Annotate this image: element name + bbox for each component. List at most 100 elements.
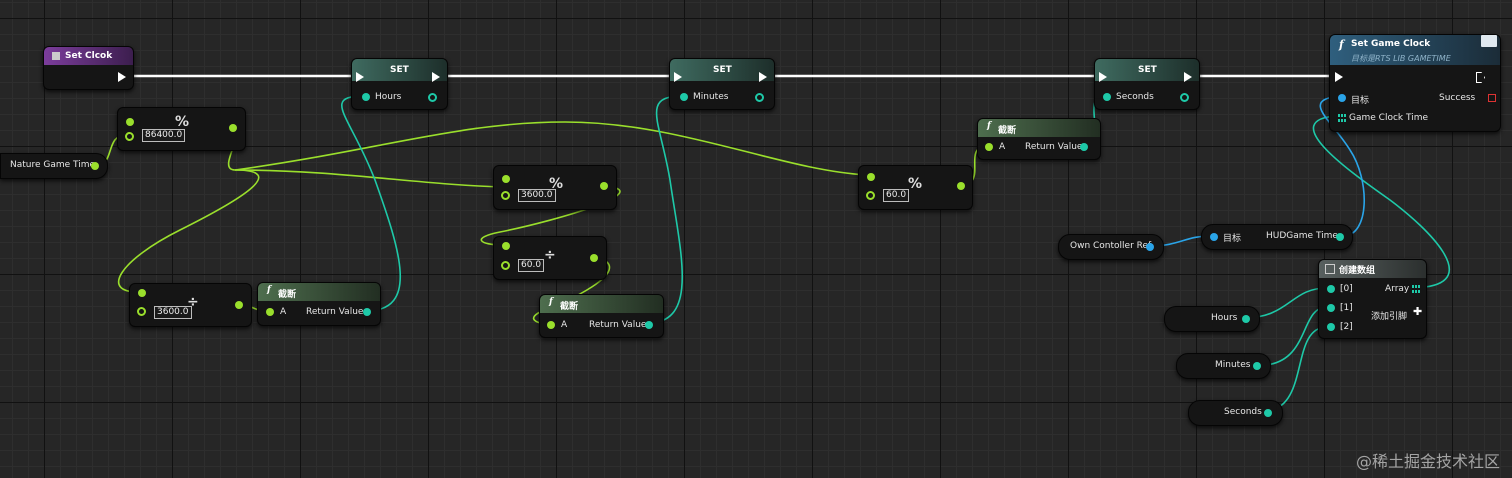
b-in-pin[interactable] [137,307,146,316]
truncate-seconds-node[interactable]: f 截断 A Return Value [977,118,1101,160]
result-out-pin[interactable] [229,124,237,132]
own-controller-ref-node[interactable]: Own Contoller Ref [1058,234,1164,260]
pin-label: Return Value [1025,142,1083,152]
item-2-in-pin[interactable] [1327,323,1335,331]
b-in-pin[interactable] [125,132,134,141]
int-out-pin[interactable] [1242,315,1250,323]
function-icon: f [1339,38,1344,51]
b-in-pin[interactable] [866,191,875,200]
value-field[interactable]: 60.0 [518,259,545,272]
a-in-pin[interactable] [985,143,993,151]
seconds-out-pin[interactable] [1180,93,1189,102]
object-out-pin[interactable] [1146,243,1154,251]
truncate-hours-node[interactable]: f 截断 A Return Value [257,282,381,326]
add-pin-label[interactable]: 添加引脚 [1371,309,1407,322]
hours-getter-node[interactable]: Hours [1164,306,1260,332]
set-hours-node[interactable]: SET Hours [351,58,448,110]
modulo-86400-node[interactable]: % 86400.0 [117,107,246,151]
value-out-pin[interactable] [1336,233,1344,241]
return-value-out-pin[interactable] [645,321,653,329]
divide-3600-node[interactable]: ÷ 3600.0 [129,283,252,327]
blueprint-graph[interactable]: Set Clcok SET Hours SET Minutes SET Seco… [0,0,1512,478]
return-value-out-pin[interactable] [1080,143,1088,151]
success-out-pin[interactable] [1488,94,1496,102]
int-wire [1267,326,1328,412]
hours-in-pin[interactable] [362,93,370,101]
result-out-pin[interactable] [590,254,598,262]
float-out-pin[interactable] [91,162,99,170]
minutes-in-pin[interactable] [680,93,688,101]
target-in-pin[interactable] [1338,94,1346,102]
divide-60-node[interactable]: ÷ 60.0 [493,236,607,280]
b-in-pin[interactable] [501,191,510,200]
a-in-pin[interactable] [502,242,510,250]
minutes-out-pin[interactable] [755,93,764,102]
exec-in-pin[interactable] [1099,72,1107,82]
pin-label: [2] [1340,322,1353,332]
target-in-pin[interactable] [1210,233,1218,241]
item-1-in-pin[interactable] [1327,304,1335,312]
result-out-pin[interactable] [957,182,965,190]
item-0-in-pin[interactable] [1327,285,1335,293]
value-field[interactable]: 60.0 [883,189,910,202]
int-out-pin[interactable] [1253,362,1261,370]
function-icon: f [267,285,271,295]
set-seconds-node[interactable]: SET Seconds [1094,58,1200,110]
set-game-clock-node[interactable]: f Set Game Clock 目标是RTS LIB GAMETIME 目标 … [1329,34,1501,132]
result-out-pin[interactable] [600,182,608,190]
divide-operator: ÷ [544,247,556,263]
exec-out-pin[interactable] [118,72,126,82]
variable-label: Minutes [1215,360,1251,370]
nature-game-time-node[interactable]: Nature Game Time [0,153,108,179]
add-pin-plus-icon[interactable]: ✚ [1413,305,1422,318]
exec-in-pin[interactable] [674,72,682,82]
exec-out-pin[interactable] [1184,72,1192,82]
value-field[interactable]: 3600.0 [518,189,556,202]
exec-out-pin[interactable] [432,72,440,82]
modulo-3600-node[interactable]: % 3600.0 [493,165,617,210]
a-in-pin[interactable] [547,321,555,329]
pin-label: 目标 [1223,234,1242,244]
value-field[interactable]: 3600.0 [154,306,192,319]
pin-label: Return Value [306,307,364,317]
node-title: SET [390,65,409,75]
a-in-pin[interactable] [266,308,274,316]
a-in-pin[interactable] [138,289,146,297]
exec-out-pin[interactable] [759,72,767,82]
hud-game-time-node[interactable]: 目标 HUDGame Time [1201,224,1353,250]
result-out-pin[interactable] [235,301,243,309]
set-clock-event-node[interactable]: Set Clcok [43,46,134,90]
pin-label: Return Value [589,320,647,330]
array-icon [1325,264,1335,274]
return-value-out-pin[interactable] [363,308,371,316]
node-title: SET [1138,65,1157,75]
game-clock-time-in-pin[interactable] [1338,114,1346,122]
modulo-60-node[interactable]: % 60.0 [858,165,973,210]
minutes-getter-node[interactable]: Minutes [1176,353,1271,379]
node-header [978,119,1100,137]
exec-in-pin[interactable] [356,72,364,82]
pin-label: 目标 [1351,96,1370,106]
exec-in-pin[interactable] [1335,72,1343,82]
pin-label: [1] [1340,303,1353,313]
value-field[interactable]: 86400.0 [142,129,186,142]
array-out-pin[interactable] [1412,285,1420,293]
node-title: 截断 [998,126,1017,136]
seconds-getter-node[interactable]: Seconds [1188,400,1283,426]
seconds-in-pin[interactable] [1103,93,1111,101]
pin-label: Game Clock Time [1349,113,1428,123]
a-in-pin[interactable] [126,118,134,126]
a-in-pin[interactable] [502,175,510,183]
set-minutes-node[interactable]: SET Minutes [669,58,775,110]
int-out-pin[interactable] [1264,409,1272,417]
hours-out-pin[interactable] [428,93,437,102]
function-icon [52,52,60,60]
node-title: Set Clcok [65,51,113,61]
pin-label: A [999,142,1006,152]
truncate-minutes-node[interactable]: f 截断 A Return Value [539,294,664,338]
b-in-pin[interactable] [501,261,510,270]
make-array-node[interactable]: 创建数组 [0] Array [1] 添加引脚 ✚ [2] [1318,259,1427,339]
a-in-pin[interactable] [867,173,875,181]
exec-out-pin[interactable] [1476,72,1485,83]
function-icon: f [549,297,553,307]
